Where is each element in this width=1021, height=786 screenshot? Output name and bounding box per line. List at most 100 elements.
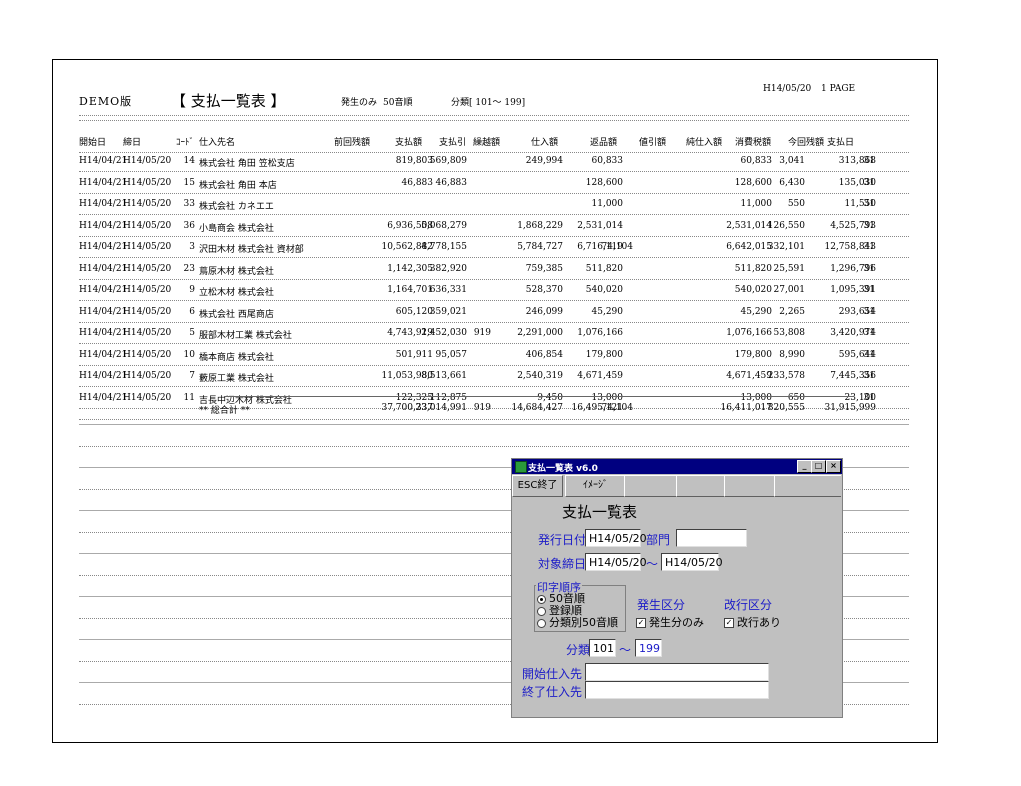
radio-label: 分類別50音順 [549,616,618,629]
table-row: H14/04/21 H14/05/20 3 沢田木材 株式会社 資材部 10,562,8… [53,242,937,264]
table-cell: 31 [863,392,875,403]
table-row: H14/04/21 H14/05/20 9 立松木材 株式会社 1,164,701 636… [53,285,937,307]
app-icon [515,461,527,473]
dialog-titlebar[interactable]: 支払一覧表 v6.0 _ □ × [512,459,842,474]
pagebreak-label: 改行区分 [724,598,773,612]
table-row: H14/04/21 H14/05/20 10 橋本商店 株式会社 501,911 95,0… [53,350,937,372]
row-rule [79,343,909,344]
start-supplier-label: 開始仕入先 [522,667,583,681]
row-rule [79,171,909,172]
table-row: H14/04/21 H14/05/20 23 蔦原木材 株式会社 1,142,305 38… [53,264,937,286]
class-to-field[interactable]: 199 [635,639,662,657]
pagebreak-checkbox[interactable]: ✓ 改行あり [724,614,781,630]
table-cell: 31 [863,349,875,360]
row-rule [79,321,909,323]
row-rule [79,257,909,258]
column-header: 開始日 [79,138,107,148]
toolbar-slot[interactable] [676,475,726,497]
radio-class-50-order[interactable]: 分類別50音順 [537,614,618,630]
row-rule [79,235,909,237]
image-button[interactable]: ｲﾒｰｼﾞ [565,475,626,497]
column-header: 今回残額 [788,138,825,148]
row-rule [79,386,909,387]
column-header: 前回残額 [334,138,371,148]
row-rule [79,300,909,301]
table-row: H14/04/21 H14/05/20 36 小島商会 株式会社 6,936,508 5,… [53,221,937,243]
issue-date-field[interactable]: H14/05/20 [585,529,647,547]
dialog-heading: 支払一覧表 [562,503,638,521]
table-cell: 31 [863,220,875,231]
table-row: H14/04/21 H14/05/20 7 藪原工業 株式会社 11,053,980 8,… [53,371,937,393]
total-rule [79,419,909,420]
table-cell: 14 [183,156,195,166]
table-cell: 3 [189,242,195,252]
table-row: H14/04/21 H14/05/20 5 服部木材工業 株式会社 4,743,919 2… [53,328,937,350]
table-row: H14/04/21 H14/05/20 33 株式会社 カネエエ 11,000 11,00… [53,199,937,221]
dept-field[interactable] [676,529,747,547]
table-cell: 9 [189,285,195,295]
column-header: 仕入先名 [199,138,236,148]
table-cell: 33 [183,199,195,209]
header-rule [79,115,909,116]
class-label: 分類 [566,643,591,657]
end-supplier-label: 終了仕入先 [522,685,583,699]
esc-exit-button[interactable]: ESC終了 [512,475,563,497]
dialog-window[interactable]: 支払一覧表 v6.0 _ □ × ESC終了 ｲﾒｰｼﾞ 支払一覧表 発行日付 … [511,458,843,718]
row-rule [79,192,909,194]
table-row: H14/04/21 H14/05/20 14 株式会社 角田 笠松支店 819,803 5… [53,156,937,178]
occurrence-label: 発生区分 [637,598,686,612]
table-row: H14/04/21 H14/05/20 6 株式会社 西尾商店 605,120 359,0… [53,307,937,329]
blank-rule [79,445,909,447]
table-cell: 株式会社 カネエエ [199,202,274,212]
dialog-title: 支払一覧表 v6.0 [528,464,598,474]
column-header: 純仕入額 [686,138,723,148]
table-cell: 31 [863,242,875,252]
issue-date-label: 発行日付 [538,533,587,547]
report-date: H14/05/20 [763,84,812,94]
table-cell: 31 [863,199,875,209]
table-cell: 11 [183,392,195,403]
blank-rule [79,424,909,425]
closing-from-field[interactable]: H14/05/20 [585,553,647,571]
checkbox-label: 発生分のみ [649,616,704,629]
minimize-button[interactable]: _ [797,460,812,473]
table-cell: 31 [863,328,875,338]
classification-range: 分類[ 101～ 199] [451,98,526,108]
column-header: 消費税額 [735,138,772,148]
column-header: 値引額 [639,138,667,148]
page-number: 1 PAGE [821,84,856,94]
class-from-field[interactable]: 101 [589,639,616,657]
option-occurrence: 発生のみ [341,98,378,108]
start-supplier-field[interactable] [585,663,769,681]
dept-label: 部門 [646,533,671,547]
column-header: 支払額 [395,138,423,148]
close-button[interactable]: × [826,460,841,473]
closing-to-field[interactable]: H14/05/20 [661,553,723,571]
column-header: 仕入額 [531,138,559,148]
toolbar-slot[interactable] [724,475,776,497]
occurrence-checkbox[interactable]: ✓ 発生分のみ [636,614,704,630]
column-header: 返品額 [590,138,618,148]
toolbar-slot[interactable] [624,475,678,497]
row-rule [79,278,909,280]
demo-label: DEMO版 [79,95,133,108]
column-rule [79,152,909,153]
table-cell: 31 [863,306,875,317]
table-cell: 36 [183,220,195,231]
class-tilde: ～ [619,643,632,657]
table-row: H14/04/21 H14/05/20 15 株式会社 角田 本店 46,883 46,8… [53,178,937,200]
total-cell: 31,915,999 [824,403,876,413]
column-header: 支払日 [827,138,855,148]
end-supplier-field[interactable] [585,681,769,699]
option-order: 50音順 [383,98,413,108]
column-header: 繰越額 [473,138,501,148]
column-header: ｺｰﾄﾞ [176,138,195,148]
table-cell: 10 [183,349,195,360]
table-cell: 31 [863,285,875,295]
table-cell: 31 [863,156,875,166]
toolbar-slot[interactable] [774,475,841,497]
table-cell: 23 [183,263,195,274]
radio-dot [537,618,546,628]
maximize-button[interactable]: □ [811,460,826,473]
table-cell: 7 [189,371,195,381]
